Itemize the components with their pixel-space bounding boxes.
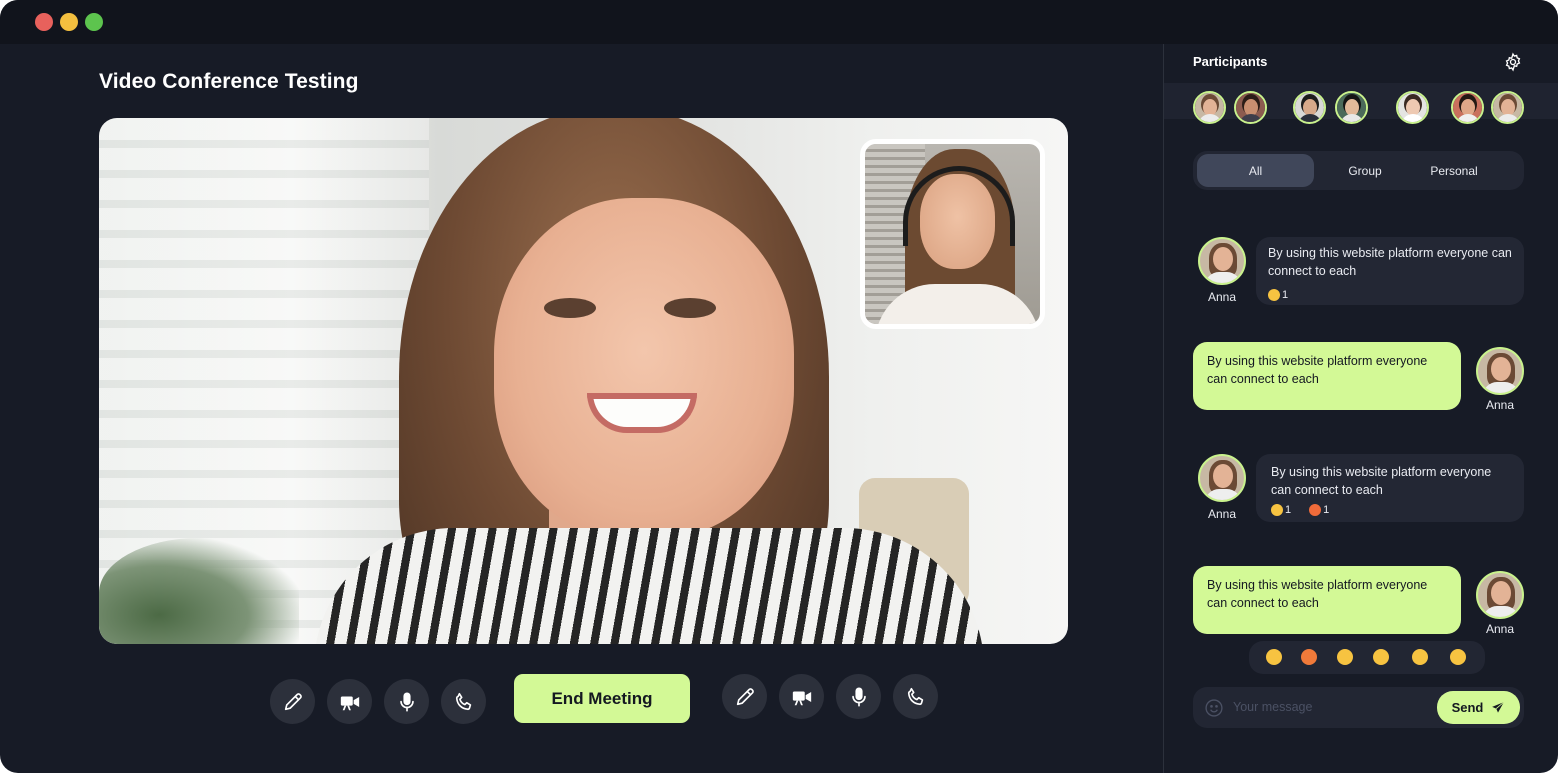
grin-emoji-icon <box>1271 504 1283 516</box>
phone-icon <box>907 687 923 705</box>
message-author-avatar[interactable] <box>1476 347 1524 395</box>
reaction-count: 1 <box>1323 504 1330 516</box>
participant-avatar[interactable] <box>1193 91 1226 124</box>
participants-title: Participants <box>1193 54 1268 69</box>
message-author-name: Anna <box>1485 398 1515 412</box>
speaker-left-eye <box>544 298 596 318</box>
outgoing-message: By using this website platform everyone … <box>1193 342 1461 410</box>
phone-icon <box>455 692 471 710</box>
message-text: By using this website platform everyone … <box>1271 465 1492 497</box>
message-composer: Send <box>1193 687 1524 728</box>
maximize-window-button[interactable] <box>85 13 103 31</box>
participant-avatar[interactable] <box>1293 91 1326 124</box>
video-camera-icon <box>340 696 359 710</box>
pencil-icon <box>736 687 754 705</box>
microphone-icon <box>851 686 866 707</box>
reaction-count: 1 <box>1282 289 1289 301</box>
participant-avatar[interactable] <box>1396 91 1429 124</box>
heart-eyes-emoji-icon <box>1309 504 1322 516</box>
incoming-message: By using this website platform everyone … <box>1256 237 1524 305</box>
phone-button-left[interactable] <box>441 679 486 724</box>
heart-eyes-emoji-icon[interactable] <box>1301 649 1317 665</box>
phone-button-right[interactable] <box>893 674 938 719</box>
message-text: By using this website platform everyone … <box>1268 246 1512 278</box>
reaction-list: 1 <box>1268 286 1514 304</box>
emoji-picker-bar <box>1249 641 1485 674</box>
reaction-count: 1 <box>1285 504 1292 516</box>
participant-avatar[interactable] <box>1335 91 1368 124</box>
reaction-chip[interactable]: 1 <box>1309 501 1329 519</box>
speaker-face <box>494 198 794 538</box>
slightly-frowning-emoji-icon[interactable] <box>1412 649 1428 665</box>
incoming-message: By using this website platform everyone … <box>1256 454 1524 522</box>
participant-avatar[interactable] <box>1234 91 1267 124</box>
send-label: Send <box>1451 700 1484 715</box>
background-plant <box>99 538 299 644</box>
slightly-smiling-emoji-icon[interactable] <box>1266 649 1282 665</box>
message-input[interactable] <box>1233 695 1423 719</box>
chat-panel: Participants All Group Personal Anna By … <box>1163 44 1558 773</box>
reaction-chip[interactable]: 1 <box>1268 286 1288 304</box>
self-view-video[interactable] <box>860 139 1045 329</box>
message-text: By using this website platform everyone … <box>1207 578 1428 610</box>
participant-avatar[interactable] <box>1451 91 1484 124</box>
message-author-name: Anna <box>1207 290 1237 304</box>
grinning-emoji-icon[interactable] <box>1337 649 1353 665</box>
participant-avatar[interactable] <box>1491 91 1524 124</box>
pencil-icon <box>284 692 302 710</box>
microphone-button-left[interactable] <box>384 679 429 724</box>
chat-filter-tabs: All Group Personal <box>1193 151 1524 190</box>
camera-button-right[interactable] <box>779 674 824 719</box>
microphone-button-right[interactable] <box>836 674 881 719</box>
grin-emoji-icon <box>1268 289 1280 301</box>
speaker-right-eye <box>664 298 716 318</box>
pencil-button-right[interactable] <box>722 674 767 719</box>
paper-plane-icon <box>1492 701 1505 713</box>
title-bar <box>0 0 1558 44</box>
message-author-name: Anna <box>1207 507 1237 521</box>
message-author-name: Anna <box>1485 622 1515 636</box>
minimize-window-button[interactable] <box>60 13 78 31</box>
tab-personal[interactable]: Personal <box>1398 154 1510 187</box>
page-title: Video Conference Testing <box>99 70 359 93</box>
smiling-emoji-icon[interactable] <box>1373 649 1389 665</box>
microphone-icon <box>399 691 414 712</box>
grin-emoji-icon[interactable] <box>1450 649 1466 665</box>
smiley-icon[interactable] <box>1204 698 1224 718</box>
message-author-avatar[interactable] <box>1198 237 1246 285</box>
message-author-avatar[interactable] <box>1476 571 1524 619</box>
close-window-button[interactable] <box>35 13 53 31</box>
reaction-chip[interactable]: 1 <box>1271 501 1291 519</box>
message-author-avatar[interactable] <box>1198 454 1246 502</box>
video-camera-icon <box>792 691 811 705</box>
end-meeting-button[interactable]: End Meeting <box>514 674 690 723</box>
send-button[interactable]: Send <box>1437 691 1520 724</box>
app-window: Video Conference Testing End Meeting Par… <box>0 0 1558 773</box>
message-text: By using this website platform everyone … <box>1207 354 1428 386</box>
speaker-striped-shirt <box>314 528 984 644</box>
outgoing-message: By using this website platform everyone … <box>1193 566 1461 634</box>
gear-icon[interactable] <box>1503 52 1523 72</box>
pencil-button-left[interactable] <box>270 679 315 724</box>
reaction-list: 1 1 <box>1271 501 1514 519</box>
camera-button-left[interactable] <box>327 679 372 724</box>
tab-all[interactable]: All <box>1197 154 1314 187</box>
